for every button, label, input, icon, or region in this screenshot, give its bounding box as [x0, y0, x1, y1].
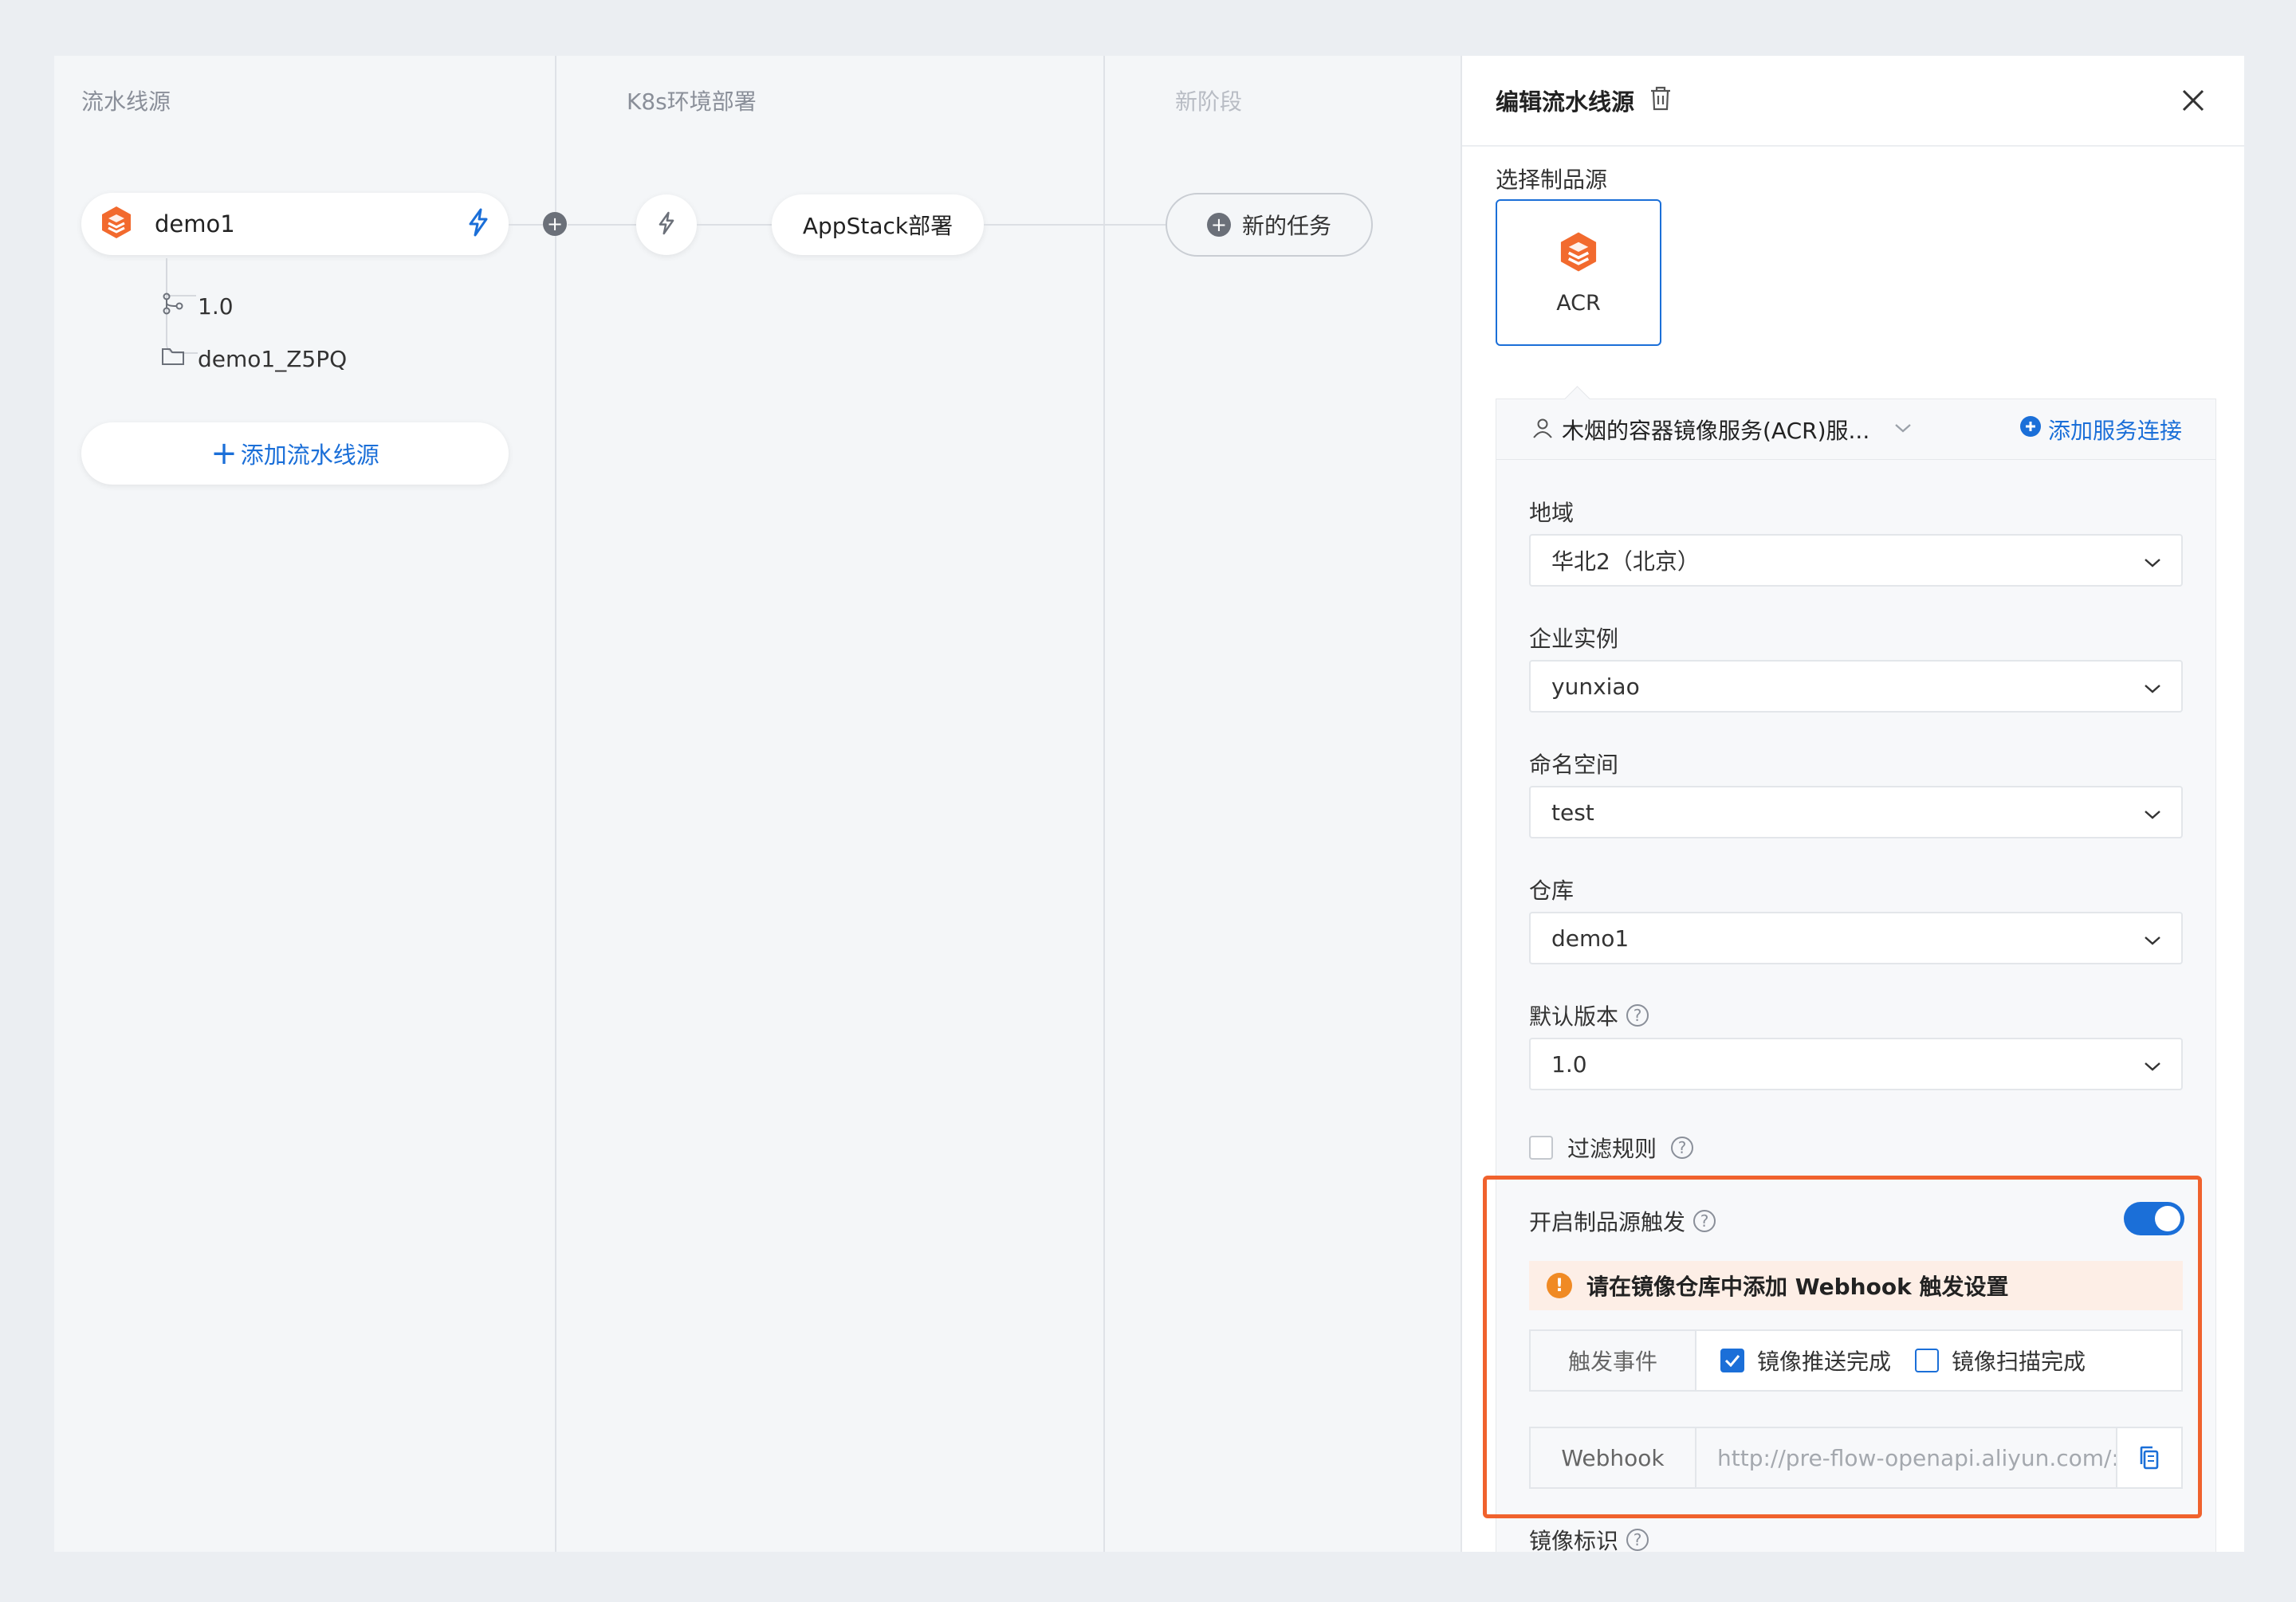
event-push-option[interactable]: 镜像推送完成 — [1720, 1345, 1891, 1376]
region-value: 华北2（北京） — [1551, 548, 1700, 575]
help-icon[interactable]: ? — [1693, 1210, 1716, 1232]
instance-value: yunxiao — [1551, 673, 1640, 700]
add-service-label: 添加服务连接 — [2047, 417, 2182, 444]
edit-source-panel: 编辑流水线源 选择制品源 ACR 木烟的容器镜像服务(ACR)服... 添加服务… — [1461, 56, 2244, 1552]
repository-value: demo1 — [1551, 925, 1630, 952]
help-icon[interactable]: ? — [1671, 1137, 1694, 1159]
event-push-checkbox[interactable] — [1720, 1349, 1744, 1372]
webhook-group: Webhook http://pre-flow-openapi.aliyun.c… — [1529, 1427, 2183, 1489]
source-card[interactable]: demo1 — [81, 193, 509, 255]
chevron-down-icon — [2143, 1051, 2162, 1078]
panel-header: 编辑流水线源 — [1462, 56, 2244, 147]
acr-label: ACR — [1556, 290, 1601, 316]
source-name: demo1 — [155, 210, 235, 238]
repository-select[interactable]: demo1 — [1529, 912, 2183, 964]
branch-label: 1.0 — [198, 293, 234, 320]
new-task-label: 新的任务 — [1241, 213, 1331, 239]
panel-title: 编辑流水线源 — [1496, 88, 1635, 116]
warning-icon: ! — [1547, 1273, 1572, 1298]
add-service-connection-button[interactable]: 添加服务连接 — [2019, 414, 2182, 446]
connector-line — [984, 224, 1166, 226]
column-header-sources: 流水线源 — [81, 88, 171, 115]
event-scan-option[interactable]: 镜像扫描完成 — [1915, 1345, 2086, 1376]
webhook-label: Webhook — [1531, 1428, 1696, 1487]
filter-rule-label: 过滤规则 — [1567, 1136, 1657, 1162]
image-tag-label: 镜像标识 ? — [1529, 1524, 1649, 1552]
connector-line — [568, 224, 636, 226]
acr-logo-icon — [1557, 230, 1600, 277]
plus-circle-icon — [2019, 415, 2042, 443]
region-label: 地域 — [1529, 500, 1575, 526]
add-source-button[interactable]: + 添加流水线源 — [81, 422, 509, 485]
tree-item-branch: 1.0 — [161, 292, 234, 321]
copy-icon[interactable] — [2116, 1428, 2181, 1487]
default-version-value: 1.0 — [1551, 1050, 1587, 1078]
event-push-label: 镜像推送完成 — [1757, 1349, 1892, 1375]
connector-line — [697, 224, 772, 226]
trigger-event-group: 触发事件 镜像推送完成 镜像扫描完成 — [1529, 1329, 2183, 1392]
webhook-url-field[interactable]: http://pre-flow-openapi.aliyun.com/: — [1696, 1428, 2116, 1487]
select-source-label: 选择制品源 — [1496, 167, 1608, 193]
help-icon[interactable]: ? — [1626, 1004, 1649, 1027]
trigger-event-label: 触发事件 — [1531, 1331, 1696, 1390]
new-task-button[interactable]: + 新的任务 — [1166, 193, 1373, 257]
repository-label: 仓库 — [1529, 878, 1575, 904]
repo-label: demo1_Z5PQ — [198, 346, 348, 372]
tree-item-repo: demo1_Z5PQ — [161, 346, 347, 372]
job-card-appstack[interactable]: AppStack部署 — [772, 194, 984, 255]
user-icon — [1531, 417, 1554, 442]
folder-icon — [161, 346, 185, 372]
plus-icon: + — [210, 435, 238, 472]
add-source-label: 添加流水线源 — [240, 442, 379, 469]
column-divider — [1103, 56, 1105, 1552]
acr-logo-icon — [99, 205, 134, 243]
filter-rule-row: 过滤规则 ? — [1529, 1132, 1694, 1164]
namespace-value: test — [1551, 799, 1594, 826]
service-connection-select[interactable]: 木烟的容器镜像服务(ACR)服... — [1562, 414, 1869, 446]
branch-icon — [161, 292, 185, 321]
chevron-down-icon — [2143, 925, 2162, 952]
webhook-warning: ! 请在镜像仓库中添加 Webhook 触发设置 — [1529, 1261, 2183, 1310]
column-divider — [555, 56, 556, 1552]
event-scan-checkbox[interactable] — [1915, 1349, 1940, 1372]
chevron-down-icon — [2143, 548, 2162, 574]
lightning-icon — [656, 211, 677, 238]
default-version-select[interactable]: 1.0 — [1529, 1038, 2183, 1090]
warning-text: 请在镜像仓库中添加 Webhook 触发设置 — [1586, 1274, 2009, 1300]
chevron-down-icon — [2143, 799, 2162, 826]
help-icon[interactable]: ? — [1626, 1529, 1649, 1551]
column-header-new-stage[interactable]: 新阶段 — [1175, 84, 1242, 116]
event-scan-label: 镜像扫描完成 — [1952, 1349, 2086, 1375]
close-icon[interactable] — [2177, 84, 2209, 116]
plus-icon: + — [1206, 213, 1231, 237]
service-connection-bar: 木烟的容器镜像服务(ACR)服... 添加服务连接 — [1496, 399, 2215, 460]
stage-trigger-button[interactable] — [636, 194, 697, 255]
chevron-down-icon — [2143, 673, 2162, 700]
trigger-label: 开启制品源触发 ? — [1529, 1205, 1716, 1237]
instance-select[interactable]: yunxiao — [1529, 660, 2183, 713]
column-header-k8s: K8s环境部署 — [627, 88, 757, 115]
add-stage-plus-icon[interactable]: + — [543, 212, 567, 236]
default-version-label: 默认版本 ? — [1529, 999, 1649, 1031]
trash-icon[interactable] — [1649, 86, 1673, 115]
region-select[interactable]: 华北2（北京） — [1529, 534, 2183, 587]
namespace-select[interactable]: test — [1529, 786, 2183, 838]
chevron-down-icon[interactable] — [1893, 422, 1913, 437]
trigger-toggle[interactable] — [2124, 1202, 2184, 1235]
instance-label: 企业实例 — [1529, 626, 1619, 652]
filter-rule-checkbox[interactable] — [1529, 1136, 1553, 1160]
acr-source-option[interactable]: ACR — [1496, 199, 1661, 346]
namespace-label: 命名空间 — [1529, 752, 1619, 778]
lightning-icon[interactable] — [466, 208, 491, 240]
